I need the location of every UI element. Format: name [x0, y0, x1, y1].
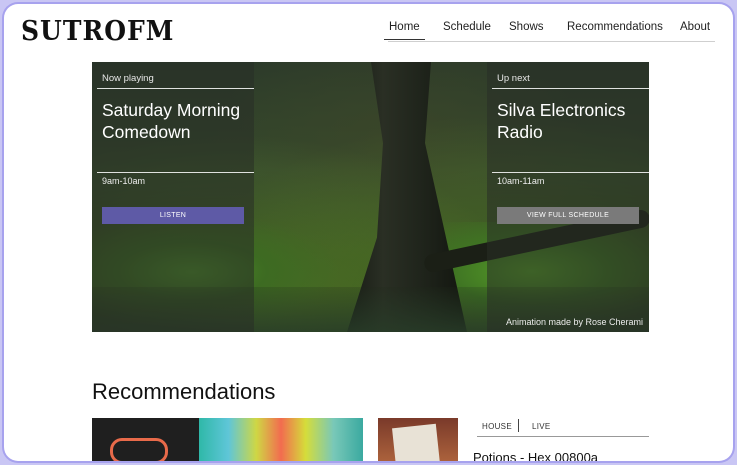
nav-item-recommendations[interactable]: Recommendations: [567, 21, 663, 39]
now-playing-label: Now playing: [102, 73, 154, 84]
animation-credit: Animation made by Rose Cherami: [505, 317, 643, 327]
nav-item-schedule[interactable]: Schedule: [443, 21, 491, 39]
recommendations-heading: Recommendations: [92, 379, 276, 404]
nav-item-home[interactable]: Home: [384, 21, 425, 40]
now-playing-panel: Now playing Saturday Morning Comedown 9a…: [92, 62, 254, 332]
up-next-title: Silva Electronics Radio: [497, 100, 626, 142]
browser-frame: SUTROFM Home Schedule Shows Recommendati…: [4, 4, 733, 461]
recommendation-cover-image[interactable]: [92, 418, 199, 461]
up-next-time: 10am-11am: [497, 176, 545, 186]
tag-live[interactable]: LIVE: [532, 422, 551, 431]
divider: [492, 172, 649, 173]
cover-logo-mark: [110, 438, 168, 461]
view-full-schedule-button[interactable]: VIEW FULL SCHEDULE: [497, 207, 639, 224]
up-next-label: Up next: [497, 73, 530, 84]
recommendation-cover-image[interactable]: [378, 418, 458, 461]
divider: [477, 436, 649, 437]
now-playing-time: 9am-10am: [102, 176, 146, 186]
recommendation-tags: HOUSE LIVE: [477, 418, 649, 438]
tag-separator: [518, 419, 519, 432]
nav-item-about[interactable]: About: [680, 21, 710, 39]
up-next-panel: Up next Silva Electronics Radio 10am-11a…: [487, 62, 649, 332]
divider: [492, 88, 649, 89]
recommendation-cover-image[interactable]: [199, 418, 363, 461]
hero-banner: Now playing Saturday Morning Comedown 9a…: [92, 62, 649, 332]
now-playing-title: Saturday Morning Comedown: [102, 100, 241, 142]
cover-paper: [392, 423, 440, 461]
nav-divider: [388, 41, 715, 42]
nav-item-shows[interactable]: Shows: [509, 21, 544, 39]
divider: [97, 88, 254, 89]
listen-button[interactable]: LISTEN: [102, 207, 244, 224]
divider: [97, 172, 254, 173]
logo[interactable]: SUTROFM: [21, 15, 174, 47]
tag-house[interactable]: HOUSE: [482, 422, 512, 431]
recommendation-title[interactable]: Potions - Hex 00800a: [473, 450, 598, 461]
